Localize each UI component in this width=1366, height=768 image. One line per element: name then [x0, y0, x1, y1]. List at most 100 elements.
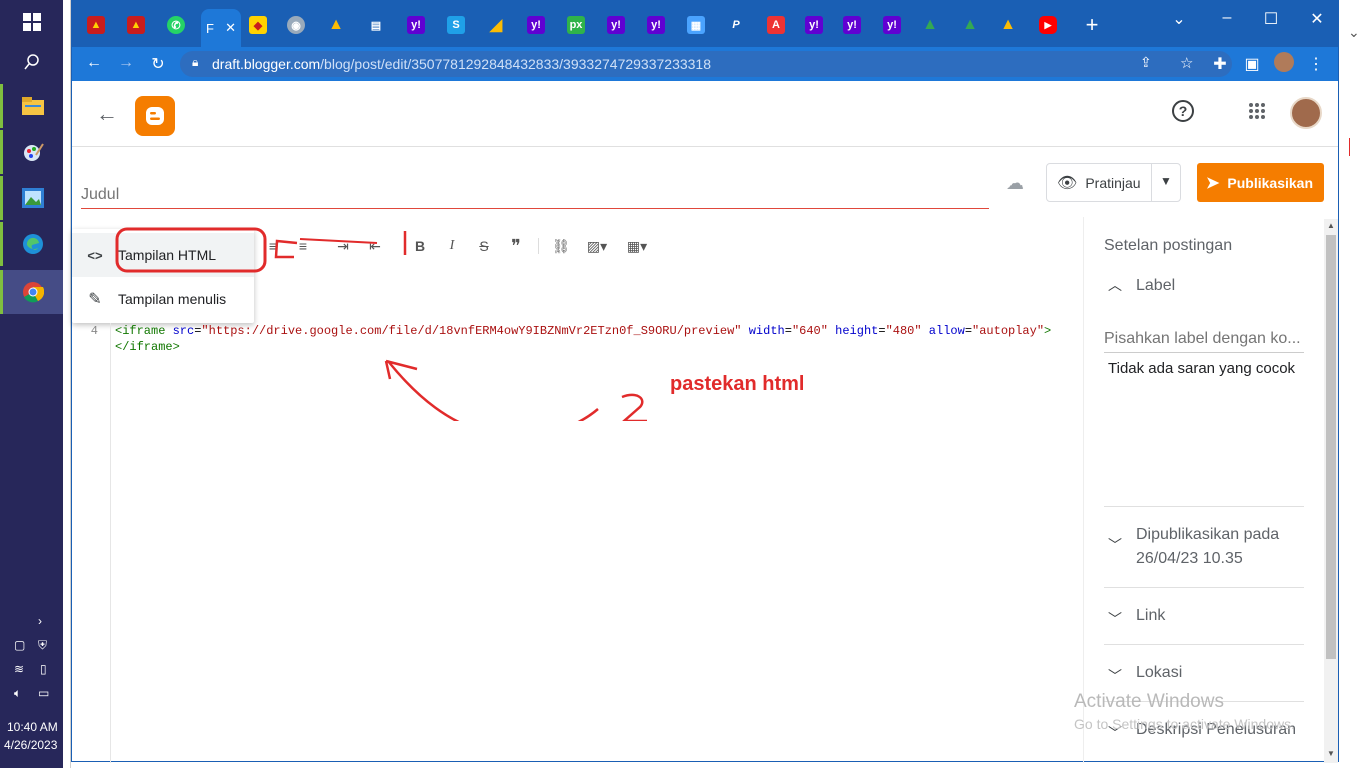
- usb-icon[interactable]: ▯: [40, 662, 47, 676]
- extensions-icon[interactable]: ✚: [1210, 54, 1230, 74]
- speaker-icon[interactable]: 🔈︎: [14, 686, 21, 701]
- profile-avatar-small[interactable]: [1274, 52, 1294, 72]
- tab-22[interactable]: ▲: [916, 11, 944, 39]
- tab-3[interactable]: ✆: [162, 11, 190, 39]
- scrollbar-thumb[interactable]: [1326, 235, 1336, 659]
- tab-search-icon[interactable]: ⌄: [1164, 9, 1194, 29]
- chevron-up-icon[interactable]: ︿: [1108, 275, 1122, 295]
- tab-6[interactable]: ◉: [282, 11, 310, 39]
- label-heading[interactable]: Label: [1136, 277, 1175, 295]
- publish-button[interactable]: ➤ Publikasikan: [1197, 163, 1324, 202]
- photos-icon[interactable]: [0, 176, 63, 220]
- account-avatar[interactable]: [1290, 97, 1322, 129]
- tab-9[interactable]: y!: [402, 11, 430, 39]
- chrome-icon[interactable]: [0, 270, 63, 314]
- tab-10[interactable]: S: [442, 11, 470, 39]
- tab-15[interactable]: y!: [642, 11, 670, 39]
- paint-icon[interactable]: [0, 130, 63, 174]
- layout-icon: ▦: [687, 16, 705, 34]
- screen: › ▢ ⛨ ≋ ▯ 🔈︎ ▭ 10:40 AM 4/26/2023 ⌄ ▲ ▲ …: [0, 0, 1366, 768]
- chevron-down-icon[interactable]: ﹀: [1108, 666, 1122, 686]
- tab-21[interactable]: y!: [878, 11, 906, 39]
- address-bar[interactable]: 🔒︎ draft.blogger.com/blog/post/edit/3507…: [180, 51, 1232, 77]
- tab-7[interactable]: ▲: [322, 11, 350, 39]
- meet-now-icon[interactable]: ▢: [14, 638, 25, 652]
- search-icon[interactable]: [0, 40, 63, 84]
- tab-13[interactable]: px: [562, 11, 590, 39]
- tab-17[interactable]: P: [722, 11, 750, 39]
- post-title-input[interactable]: [81, 181, 989, 209]
- chevron-up-icon[interactable]: ›: [38, 614, 42, 628]
- tab-5[interactable]: ◆: [244, 11, 272, 39]
- side-panel-icon[interactable]: ▣: [1242, 54, 1262, 74]
- clock-time[interactable]: 10:40 AM: [7, 720, 58, 734]
- clock-date[interactable]: 4/26/2023: [4, 738, 57, 752]
- reload-icon[interactable]: ↻: [148, 54, 168, 74]
- blogger-logo-icon[interactable]: [135, 96, 175, 136]
- yahoo-icon: y!: [843, 16, 861, 34]
- yahoo-icon: y!: [407, 16, 425, 34]
- cloud-saved-icon: ☁: [1006, 173, 1024, 193]
- chevron-down-icon[interactable]: ﹀: [1108, 609, 1122, 629]
- tab-20[interactable]: y!: [838, 11, 866, 39]
- back-arrow-icon[interactable]: ←: [96, 101, 118, 127]
- tab-11[interactable]: ◢: [482, 11, 510, 39]
- back-icon[interactable]: ←: [84, 54, 104, 72]
- wifi-icon[interactable]: ≋: [14, 662, 24, 676]
- preview-button[interactable]: 👁︎ Pratinjau ▼: [1046, 163, 1181, 202]
- tab-16[interactable]: ▦: [682, 11, 710, 39]
- yahoo-icon: y!: [883, 16, 901, 34]
- forward-icon[interactable]: →: [116, 54, 136, 72]
- tab-24[interactable]: ▲: [994, 11, 1022, 39]
- google-drive-icon: ▲: [1000, 16, 1016, 33]
- apps-grid-icon[interactable]: [1248, 102, 1266, 125]
- sidebar-scrollbar[interactable]: ▲ ▼: [1324, 219, 1338, 763]
- eye-icon: 👁︎: [1057, 174, 1078, 192]
- divider: [1104, 506, 1304, 507]
- tab-23[interactable]: ▲: [956, 11, 984, 39]
- blogger-header: ← ?: [72, 81, 1338, 147]
- star-icon[interactable]: ☆: [1180, 54, 1193, 72]
- activate-windows-title: Activate Windows: [1074, 691, 1224, 712]
- windows-start-icon[interactable]: [0, 0, 63, 44]
- tab-active[interactable]: F ✕: [201, 9, 241, 47]
- youtube-icon: ▶: [1039, 16, 1057, 34]
- yahoo-icon: y!: [527, 16, 545, 34]
- printer-icon: ▤: [370, 19, 382, 32]
- tab-1[interactable]: ▲: [82, 11, 110, 39]
- tab-14[interactable]: y!: [602, 11, 630, 39]
- tab-2[interactable]: ▲: [122, 11, 150, 39]
- chevron-down-icon: ⌄: [1348, 24, 1360, 40]
- tab-12[interactable]: y!: [522, 11, 550, 39]
- menu-kebab-icon[interactable]: ⋮: [1306, 54, 1326, 74]
- lock-icon[interactable]: 🔒︎: [192, 55, 198, 70]
- shield-icon[interactable]: ⛨: [38, 638, 47, 653]
- link-heading[interactable]: Link: [1136, 607, 1165, 625]
- new-tab-icon[interactable]: +: [1078, 11, 1106, 39]
- activate-windows-subtitle: Go to Settings to activate Windows.: [1074, 716, 1295, 732]
- share-icon[interactable]: ⇪: [1140, 54, 1152, 71]
- annotation-paste-html: pastekan html: [670, 373, 805, 395]
- tab-8[interactable]: ▤: [362, 11, 390, 39]
- battery-icon[interactable]: ▭: [38, 686, 49, 700]
- edge-icon[interactable]: [0, 222, 63, 266]
- tab-25[interactable]: ▶: [1034, 11, 1062, 39]
- chevron-down-icon[interactable]: ﹀: [1108, 535, 1122, 555]
- published-heading[interactable]: Dipublikasikan pada: [1136, 526, 1279, 544]
- label-input[interactable]: [1104, 325, 1304, 353]
- help-icon[interactable]: ?: [1172, 100, 1194, 122]
- publish-label: Publikasikan: [1227, 174, 1313, 191]
- yahoo-icon: y!: [607, 16, 625, 34]
- file-explorer-icon[interactable]: [0, 84, 63, 128]
- preview-label: Pratinjau: [1085, 174, 1141, 191]
- close-icon[interactable]: ✕: [225, 20, 236, 36]
- tab-18[interactable]: A: [762, 11, 790, 39]
- maximize-icon[interactable]: ☐: [1256, 9, 1286, 29]
- crest-icon: ◆: [249, 16, 267, 34]
- minimize-icon[interactable]: –: [1212, 9, 1242, 29]
- location-heading[interactable]: Lokasi: [1136, 664, 1182, 682]
- caret-down-icon[interactable]: ▼: [1160, 174, 1172, 188]
- close-window-icon[interactable]: ✕: [1302, 9, 1332, 29]
- code-token: height: [835, 324, 879, 338]
- tab-19[interactable]: y!: [800, 11, 828, 39]
